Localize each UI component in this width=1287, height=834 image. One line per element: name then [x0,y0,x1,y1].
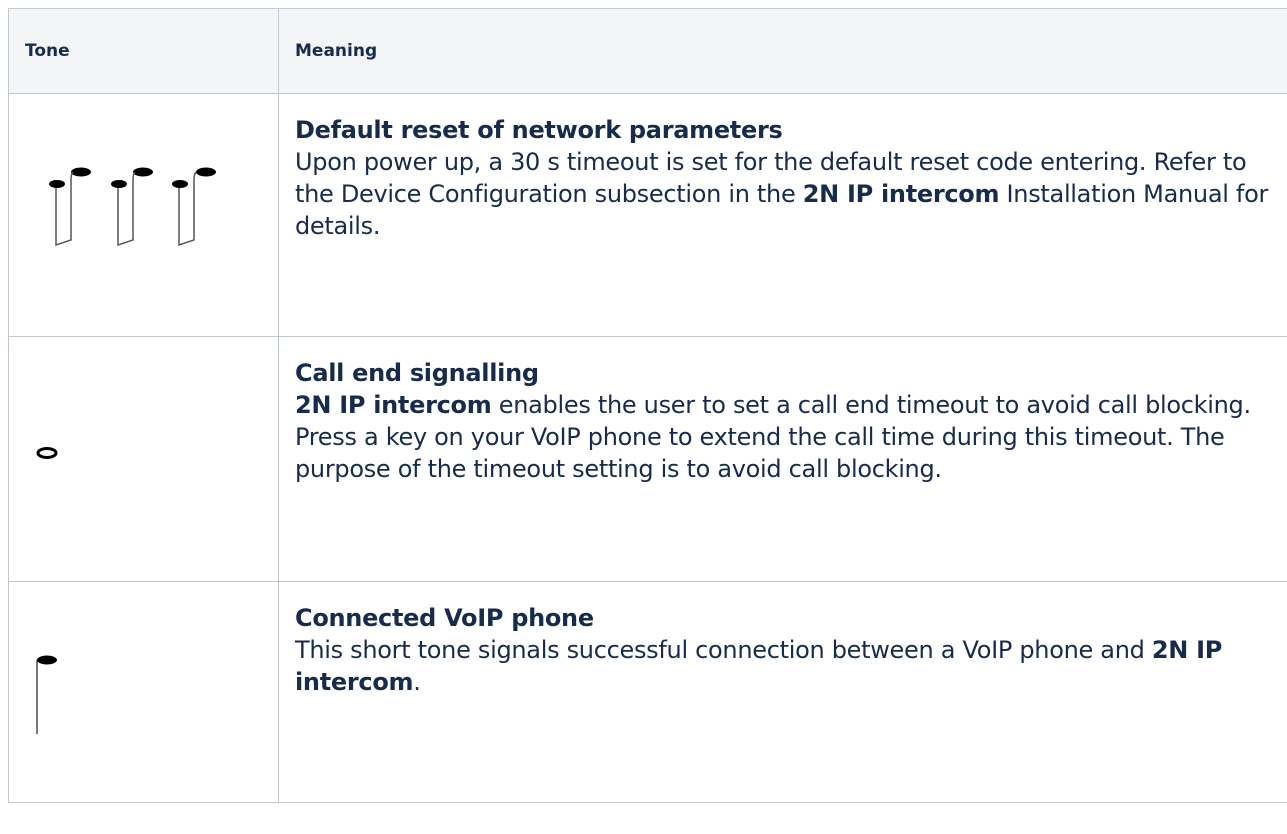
meaning-title: Call end signalling [295,359,539,387]
product-name: 2N IP intercom [802,180,1000,208]
eighth-note-tone-icon [36,655,57,734]
four-note-tone-icon [49,167,216,247]
table-row: Call end signalling 2N IP intercom enabl… [8,336,1287,582]
meaning-text: Upon power up, a 30 s timeout is set for… [295,148,1269,240]
product-name: 2N IP intercom [295,391,492,419]
whole-note-tone-icon [36,447,58,459]
meaning-cell: Connected VoIP phone This short tone sig… [278,581,1287,803]
table-header-row: Tone Meaning [8,8,1287,94]
table-row: Connected VoIP phone This short tone sig… [8,581,1287,803]
meaning-title: Default reset of network parameters [295,116,783,144]
tone-cell [8,93,279,337]
tones-table: Tone Meaning Default reset of network pa… [8,8,1287,803]
meaning-text: 2N IP intercom enables the user to set a… [295,391,1251,483]
meaning-title: Connected VoIP phone [295,604,594,632]
table-row: Default reset of network parameters Upon… [8,93,1287,337]
meaning-cell: Call end signalling 2N IP intercom enabl… [278,336,1287,582]
tone-cell [8,581,279,803]
meaning-text: This short tone signals successful conne… [295,636,1223,696]
header-tone: Tone [8,8,279,94]
header-meaning: Meaning [278,8,1287,94]
tone-cell [8,336,279,582]
meaning-cell: Default reset of network parameters Upon… [278,93,1287,337]
